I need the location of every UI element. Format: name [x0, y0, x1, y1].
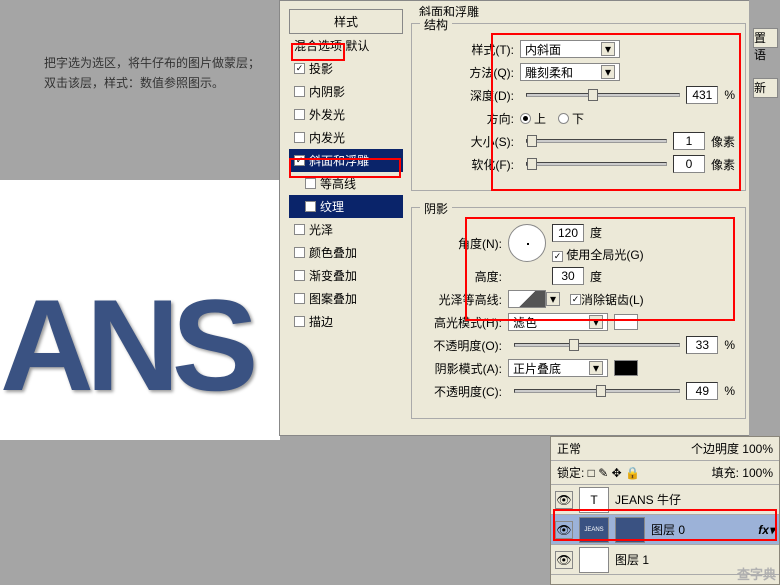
opacity2-input[interactable] [686, 382, 718, 400]
fx-icon[interactable]: fx▾ [758, 523, 775, 537]
btn-lang[interactable]: 置语 [753, 28, 778, 48]
style-texture[interactable]: 纹理 [289, 195, 403, 218]
highlight-mode-label: 高光模式(H): [422, 314, 508, 331]
layer-mask-thumb [615, 517, 645, 543]
opacity2-slider[interactable] [514, 389, 680, 393]
soften-label: 软化(F): [422, 156, 520, 173]
style-drop-shadow[interactable]: 投影 [289, 57, 403, 80]
style-stroke[interactable]: 描边 [289, 310, 403, 333]
highlight-color[interactable] [614, 314, 638, 330]
size-slider[interactable] [526, 139, 667, 143]
checkbox-icon[interactable] [294, 86, 305, 97]
checkbox-icon[interactable] [294, 109, 305, 120]
depth-slider[interactable] [526, 93, 680, 97]
altitude-label: 高度: [422, 268, 508, 285]
global-light-checkbox[interactable] [552, 251, 563, 262]
checkbox-icon[interactable] [294, 132, 305, 143]
style-bevel-emboss[interactable]: 斜面和浮雕 [289, 149, 403, 172]
direction-label: 方向: [422, 110, 520, 127]
shadow-mode-dropdown[interactable]: 正片叠底▾ [508, 359, 608, 377]
style-gradient-overlay[interactable]: 渐变叠加 [289, 264, 403, 287]
angle-input[interactable] [552, 224, 584, 242]
eye-icon[interactable]: 👁 [555, 521, 573, 539]
layer-thumb: JEANS [579, 517, 609, 543]
opacity-input[interactable] [686, 336, 718, 354]
blend-mode[interactable]: 正常 [557, 440, 581, 457]
checkbox-icon[interactable] [294, 155, 305, 166]
watermark: 查字典 [737, 564, 776, 583]
style-outer-glow[interactable]: 外发光 [289, 103, 403, 126]
style-pattern-overlay[interactable]: 图案叠加 [289, 287, 403, 310]
opacity2-label: 不透明度(C): [422, 383, 508, 400]
angle-label: 角度(N): [422, 235, 508, 252]
checkbox-icon[interactable] [305, 201, 316, 212]
chevron-down-icon: ▾ [589, 361, 603, 375]
soften-slider[interactable] [526, 162, 667, 166]
instruction-text-1: 把字选为选区，将牛仔布的图片做蒙层； [44, 53, 260, 73]
opacity-slider[interactable] [514, 343, 680, 347]
checkbox-icon[interactable] [305, 178, 316, 189]
chevron-down-icon[interactable]: ▾ [546, 292, 560, 306]
checkbox-icon[interactable] [294, 63, 305, 74]
checkbox-icon[interactable] [294, 247, 305, 258]
opacity-label: 不透明度(O): [422, 337, 508, 354]
shading-legend: 阴影 [420, 200, 452, 217]
layer-thumb [579, 547, 609, 573]
checkbox-icon[interactable] [294, 293, 305, 304]
layer-style-dialog: 样式 混合选项:默认 投影 内阴影 外发光 内发光 斜面和浮雕 等高线 纹理 光… [279, 0, 749, 436]
style-label: 样式(T): [422, 41, 520, 58]
radio-up[interactable] [520, 113, 531, 124]
gloss-contour[interactable] [508, 290, 546, 308]
canvas-jeans-text: ANS [0, 270, 250, 420]
layers-panel: 正常 个边明度 100% 锁定: □ ✎ ✥ 🔒 填充: 100% 👁 T JE… [550, 436, 780, 585]
chevron-down-icon: ▾ [589, 315, 603, 329]
layer-thumb: T [579, 487, 609, 513]
btn-new[interactable]: 新 [753, 78, 778, 98]
shadow-mode-label: 阴影模式(A): [422, 360, 508, 377]
method-label: 方法(Q): [422, 64, 520, 81]
layer-jeans-text[interactable]: 👁 T JEANS 牛仔 [551, 485, 779, 515]
eye-icon[interactable]: 👁 [555, 491, 573, 509]
styles-header: 样式 [289, 9, 403, 34]
style-inner-shadow[interactable]: 内阴影 [289, 80, 403, 103]
style-contour[interactable]: 等高线 [289, 172, 403, 195]
depth-label: 深度(D): [422, 87, 520, 104]
depth-input[interactable] [686, 86, 718, 104]
checkbox-icon[interactable] [294, 316, 305, 327]
style-blending-options[interactable]: 混合选项:默认 [289, 34, 403, 57]
soften-input[interactable] [673, 155, 705, 173]
highlight-mode-dropdown[interactable]: 滤色▾ [508, 313, 608, 331]
chevron-down-icon: ▾ [601, 65, 615, 79]
instruction-text-2: 双击该层，样式：数值参照图示。 [44, 73, 260, 93]
size-label: 大小(S): [422, 133, 520, 150]
style-satin[interactable]: 光泽 [289, 218, 403, 241]
antialias-checkbox[interactable] [570, 294, 581, 305]
shadow-color[interactable] [614, 360, 638, 376]
angle-wheel[interactable] [508, 224, 546, 262]
altitude-input[interactable] [552, 267, 584, 285]
checkbox-icon[interactable] [294, 270, 305, 281]
structure-legend: 结构 [420, 16, 452, 33]
layer-0[interactable]: 👁 JEANS 图层 0 fx▾ [551, 515, 779, 545]
style-color-overlay[interactable]: 颜色叠加 [289, 241, 403, 264]
style-inner-glow[interactable]: 内发光 [289, 126, 403, 149]
chevron-down-icon: ▾ [601, 42, 615, 56]
checkbox-icon[interactable] [294, 224, 305, 235]
size-input[interactable] [673, 132, 705, 150]
method-dropdown[interactable]: 雕刻柔和▾ [520, 63, 620, 81]
gloss-label: 光泽等高线: [422, 291, 508, 308]
radio-down[interactable] [558, 113, 569, 124]
eye-icon[interactable]: 👁 [555, 551, 573, 569]
style-dropdown[interactable]: 内斜面▾ [520, 40, 620, 58]
